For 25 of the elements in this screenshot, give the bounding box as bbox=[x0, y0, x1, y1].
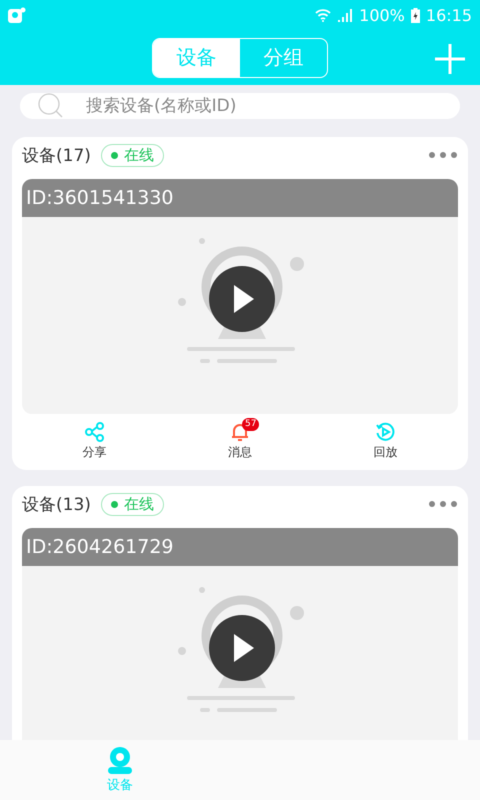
battery-icon bbox=[410, 8, 420, 22]
device-name: 设备(13) bbox=[22, 494, 91, 516]
count-badge: 57 bbox=[242, 418, 260, 431]
device-id: ID:3601541330 bbox=[22, 179, 458, 217]
share-icon bbox=[84, 422, 106, 442]
device-id: ID:2604261729 bbox=[22, 528, 458, 566]
clock-time: 16:15 bbox=[426, 6, 472, 24]
device-name: 设备(17) bbox=[22, 144, 91, 166]
battery-percent: 100% bbox=[359, 6, 405, 24]
search-icon bbox=[38, 93, 64, 119]
search-bar[interactable]: 搜索设备(名称或ID) bbox=[20, 93, 460, 119]
signal-icon bbox=[337, 8, 354, 22]
camera-icon bbox=[107, 746, 133, 774]
more-icon[interactable] bbox=[428, 151, 458, 159]
share-button[interactable]: 分享 bbox=[54, 422, 135, 464]
status-badge: 在线 bbox=[100, 144, 164, 166]
more-icon[interactable] bbox=[428, 500, 458, 508]
app-icon bbox=[8, 7, 26, 23]
search-field[interactable]: 搜索设备(名称或ID) bbox=[84, 95, 442, 117]
wifi-icon bbox=[315, 8, 332, 22]
video-preview[interactable]: ID:2604261729 bbox=[22, 528, 458, 740]
status-badge: 在线 bbox=[100, 492, 164, 516]
video-preview[interactable]: ID:3601541330 bbox=[22, 179, 458, 414]
replay-icon bbox=[375, 422, 396, 442]
playback-button[interactable]: 回放 bbox=[345, 422, 426, 464]
